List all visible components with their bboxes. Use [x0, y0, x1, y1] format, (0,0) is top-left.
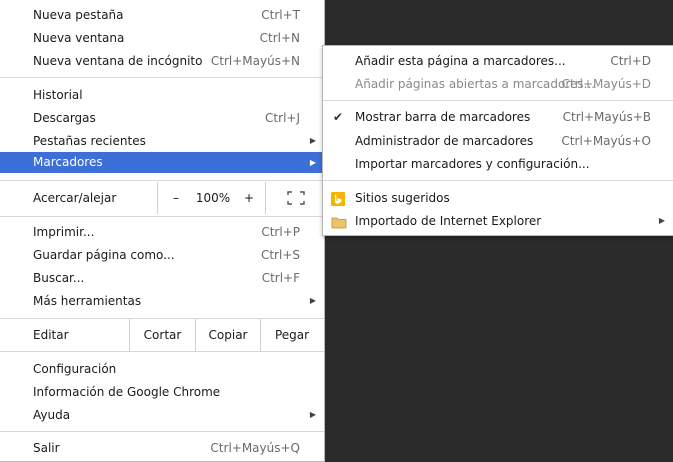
submenu-arrow-icon: ▶ — [309, 136, 316, 145]
menu-separator — [0, 77, 324, 78]
menu-item-label: Guardar página como... — [33, 248, 175, 262]
menu-item-label: Pestañas recientes — [33, 134, 146, 148]
zoom-label: Acercar/alejar — [33, 191, 117, 205]
zoom-in-button[interactable]: + — [238, 182, 260, 214]
menu-item-shortcut: Ctrl+D — [610, 54, 651, 68]
menu-separator — [323, 100, 673, 101]
menu-item-help[interactable]: Ayuda ▶ — [0, 404, 324, 426]
menu-item-exit[interactable]: Salir Ctrl+Mayús+Q — [0, 437, 324, 459]
menu-item-shortcut: Ctrl+Mayús+Q — [210, 441, 300, 455]
menu-item-print[interactable]: Imprimir... Ctrl+P — [0, 221, 324, 243]
menu-item-shortcut: Ctrl+P — [261, 225, 300, 239]
menu-item-find[interactable]: Buscar... Ctrl+F — [0, 267, 324, 289]
copy-button[interactable]: Copiar — [196, 319, 260, 351]
menu-item-new-window[interactable]: Nueva ventana Ctrl+N — [0, 27, 324, 49]
submenu-item-suggested-sites[interactable]: Sitios sugeridos — [323, 187, 673, 209]
folder-icon — [331, 214, 347, 229]
checkmark-icon: ✔ — [333, 110, 344, 124]
menu-item-shortcut: Ctrl+T — [261, 8, 300, 22]
menu-item-label: Ayuda — [33, 408, 71, 422]
menu-item-about-chrome[interactable]: Información de Google Chrome — [0, 381, 324, 403]
menu-item-recent-tabs[interactable]: Pestañas recientes ▶ — [0, 130, 324, 152]
menu-item-label: Historial — [33, 88, 83, 102]
submenu-arrow-icon: ▶ — [658, 216, 665, 225]
edit-label: Editar — [33, 328, 69, 342]
menu-item-save-page[interactable]: Guardar página como... Ctrl+S — [0, 244, 324, 266]
menu-item-more-tools[interactable]: Más herramientas ▶ — [0, 290, 324, 312]
menu-item-shortcut: Ctrl+S — [260, 248, 300, 262]
menu-item-new-tab[interactable]: Nueva pestaña Ctrl+T — [0, 4, 324, 26]
paste-button[interactable]: Pegar — [261, 319, 323, 351]
menu-item-label: Nueva ventana — [33, 31, 125, 45]
menu-item-history[interactable]: Historial — [0, 84, 324, 106]
menu-item-shortcut: Ctrl+J — [265, 111, 300, 125]
submenu-item-imported-from-ie[interactable]: Importado de Internet Explorer ▶ — [323, 210, 673, 232]
zoom-level: 100% — [195, 191, 231, 205]
menu-item-shortcut: Ctrl+Mayús+O — [561, 134, 651, 148]
fullscreen-icon — [287, 191, 305, 205]
menu-item-label: Información de Google Chrome — [33, 385, 221, 399]
fullscreen-button[interactable] — [284, 182, 308, 214]
menu-item-label: Sitios sugeridos — [355, 191, 450, 205]
menu-item-label: Imprimir... — [33, 225, 95, 239]
submenu-arrow-icon: ▶ — [309, 158, 316, 167]
menu-item-label: Buscar... — [33, 271, 85, 285]
menu-item-downloads[interactable]: Descargas Ctrl+J — [0, 107, 324, 129]
zoom-row: Acercar/alejar – 100% + — [0, 182, 324, 214]
menu-item-label: Configuración — [33, 362, 117, 376]
menu-item-label: Administrador de marcadores — [355, 134, 534, 148]
zoom-divider — [157, 182, 158, 214]
menu-item-label: Nueva ventana de incógnito — [33, 54, 203, 68]
submenu-item-bookmark-manager[interactable]: Administrador de marcadores Ctrl+Mayús+O — [323, 130, 673, 152]
submenu-item-bookmark-this-page[interactable]: Añadir esta página a marcadores... Ctrl+… — [323, 50, 673, 72]
bookmarks-submenu: Añadir esta página a marcadores... Ctrl+… — [322, 45, 673, 236]
edit-row: Editar Cortar Copiar Pegar — [0, 319, 324, 351]
bing-icon — [331, 191, 345, 206]
menu-item-label: Añadir páginas abiertas a marcadores... — [355, 77, 596, 91]
menu-item-label: Marcadores — [33, 155, 103, 169]
menu-item-label: Importado de Internet Explorer — [355, 214, 542, 228]
menu-separator — [323, 180, 673, 181]
menu-separator — [0, 431, 324, 432]
menu-item-label: Añadir esta página a marcadores... — [355, 54, 566, 68]
menu-item-label: Nueva pestaña — [33, 8, 124, 22]
submenu-arrow-icon: ▶ — [309, 410, 316, 419]
submenu-arrow-icon: ▶ — [309, 296, 316, 305]
menu-item-label: Importar marcadores y configuración... — [355, 157, 590, 171]
menu-separator — [0, 180, 324, 181]
menu-item-label: Mostrar barra de marcadores — [355, 110, 531, 124]
chrome-main-menu: Nueva pestaña Ctrl+T Nueva ventana Ctrl+… — [0, 0, 325, 462]
submenu-item-import-bookmarks[interactable]: Importar marcadores y configuración... — [323, 153, 673, 175]
zoom-out-button[interactable]: – — [165, 182, 187, 214]
menu-item-bookmarks[interactable]: Marcadores ▶ — [0, 152, 324, 173]
menu-item-new-incognito-window[interactable]: Nueva ventana de incógnito Ctrl+Mayús+N — [0, 50, 324, 72]
menu-item-shortcut: Ctrl+Mayús+B — [562, 110, 651, 124]
menu-item-shortcut: Ctrl+F — [261, 271, 300, 285]
menu-item-shortcut: Ctrl+N — [259, 31, 300, 45]
menu-item-shortcut: Ctrl+Mayús+D — [561, 77, 651, 91]
zoom-divider — [265, 182, 266, 214]
menu-separator — [0, 216, 324, 217]
menu-item-label: Más herramientas — [33, 294, 142, 308]
submenu-item-bookmark-open-pages: Añadir páginas abiertas a marcadores... … — [323, 73, 673, 95]
submenu-item-show-bookmarks-bar[interactable]: ✔ Mostrar barra de marcadores Ctrl+Mayús… — [323, 106, 673, 128]
cut-button[interactable]: Cortar — [130, 319, 195, 351]
menu-item-shortcut: Ctrl+Mayús+N — [210, 54, 300, 68]
menu-item-label: Salir — [33, 441, 60, 455]
menu-separator — [0, 351, 324, 352]
menu-item-label: Descargas — [33, 111, 96, 125]
menu-item-settings[interactable]: Configuración — [0, 358, 324, 380]
